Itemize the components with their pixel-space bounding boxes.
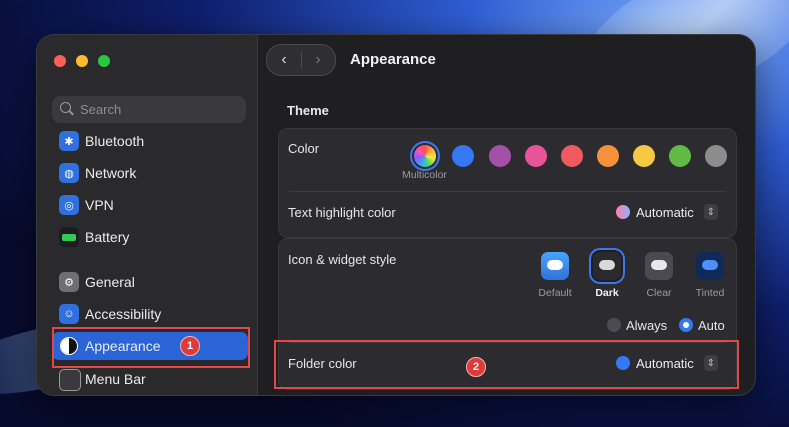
page-title: Appearance	[350, 51, 436, 68]
style-dark-label: Dark	[595, 287, 619, 299]
accent-purple[interactable]	[489, 145, 511, 167]
close-button[interactable]	[54, 55, 66, 67]
annotation-box-1	[52, 327, 250, 368]
style-tinted-label: Tinted	[695, 287, 725, 299]
sidebar-item-menu-bar[interactable]: Menu Bar	[52, 365, 248, 393]
section-title-theme: Theme	[287, 103, 329, 118]
mode-always-radio[interactable]	[607, 318, 621, 332]
stepper-icon: ⇕	[703, 204, 718, 220]
theme-card: Color Multicolor Text highlight color Au…	[278, 128, 737, 238]
cloud-sun-icon	[547, 260, 563, 270]
search-input[interactable]: Search	[52, 96, 246, 123]
widget-style-label: Icon & widget style	[288, 252, 397, 267]
accessibility-icon: ☺	[59, 304, 79, 324]
vpn-icon: ◎	[59, 195, 79, 215]
sidebar-item-label: Network	[85, 165, 137, 181]
accent-yellow[interactable]	[633, 145, 655, 167]
minimize-button[interactable]	[76, 55, 88, 67]
selected-accent-label: Multicolor	[402, 169, 447, 181]
sidebar-item-label: General	[85, 274, 135, 290]
mode-auto-radio[interactable]	[679, 318, 693, 332]
highlight-label: Text highlight color	[288, 205, 396, 220]
highlight-value: Automatic	[636, 204, 694, 220]
back-button[interactable]: ‹	[267, 45, 301, 75]
accent-red[interactable]	[561, 145, 583, 167]
sidebar-item-label: Accessibility	[85, 306, 162, 322]
accent-pink[interactable]	[525, 145, 547, 167]
style-default-tile[interactable]	[541, 252, 569, 280]
color-label: Color	[288, 141, 320, 156]
menubar-icon	[59, 369, 81, 391]
accent-green[interactable]	[669, 145, 691, 167]
cloud-sun-icon	[599, 260, 615, 270]
nav-buttons: ‹ ›	[266, 44, 336, 76]
annotation-badge-2: 2	[466, 357, 486, 377]
highlight-popup[interactable]: Automatic ⇕	[616, 204, 718, 220]
sidebar-item-label: Bluetooth	[85, 133, 145, 149]
globe-icon: ◍	[59, 163, 79, 183]
sidebar-item-battery[interactable]: Battery	[52, 223, 248, 251]
search-placeholder: Search	[80, 102, 122, 117]
accent-graphite[interactable]	[705, 145, 727, 167]
accent-blue[interactable]	[452, 145, 474, 167]
sidebar-item-vpn[interactable]: ◎ VPN	[52, 191, 248, 219]
sidebar-item-general[interactable]: ⚙ General	[52, 268, 248, 296]
sidebar-item-label: VPN	[85, 197, 114, 213]
style-clear-label: Clear	[646, 287, 672, 299]
highlight-swatch	[616, 205, 630, 219]
style-tinted-tile[interactable]	[696, 252, 724, 280]
accent-orange[interactable]	[597, 145, 619, 167]
accent-multicolor[interactable]	[414, 145, 436, 167]
forward-button[interactable]: ›	[301, 45, 335, 75]
annotation-badge-1: 1	[180, 336, 200, 356]
sidebar-item-bluetooth[interactable]: ✱ Bluetooth	[52, 127, 248, 155]
cloud-sun-icon	[651, 260, 667, 270]
style-default-label: Default	[538, 287, 572, 299]
zoom-button[interactable]	[98, 55, 110, 67]
row-divider	[289, 191, 726, 192]
style-dark-tile[interactable]	[593, 252, 621, 280]
battery-icon	[59, 227, 79, 247]
mode-always-label: Always	[626, 318, 668, 333]
search-icon	[60, 102, 71, 113]
cloud-icon	[702, 260, 718, 270]
mode-auto-label: Auto	[698, 318, 725, 333]
annotation-box-2	[274, 340, 739, 389]
sidebar-item-label: Battery	[85, 229, 130, 245]
sidebar-item-label: Menu Bar	[85, 371, 146, 387]
sidebar-item-network[interactable]: ◍ Network	[52, 159, 248, 187]
bluetooth-icon: ✱	[59, 131, 79, 151]
gear-icon: ⚙	[59, 272, 79, 292]
style-clear-tile[interactable]	[645, 252, 673, 280]
sidebar-item-accessibility[interactable]: ☺ Accessibility	[52, 300, 248, 328]
